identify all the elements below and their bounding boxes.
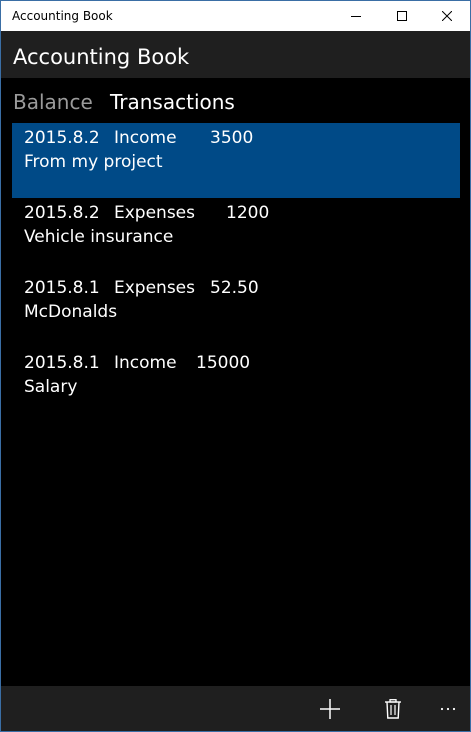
transaction-amount: 3500 — [210, 128, 254, 148]
tab-transactions[interactable]: Transactions — [110, 90, 235, 114]
transaction-amount: 15000 — [196, 353, 251, 373]
transaction-type: Income — [114, 128, 177, 148]
maximize-icon — [397, 11, 407, 21]
transaction-date: 2015.8.2 — [24, 203, 100, 223]
transaction-note: Vehicle insurance — [24, 227, 174, 247]
ellipsis-icon — [440, 707, 456, 710]
transaction-amount: 52.50 — [210, 278, 259, 298]
app-window: Accounting Book Accounting Book Balance … — [0, 0, 471, 732]
app-title: Accounting Book — [13, 45, 190, 69]
window-title-bar[interactable]: Accounting Book — [1, 1, 470, 31]
transaction-type: Income — [114, 353, 177, 373]
transaction-item[interactable]: 2015.8.2 Expenses 1200 Vehicle insurance — [12, 198, 460, 273]
transaction-type: Expenses — [114, 203, 195, 223]
delete-button[interactable] — [373, 686, 413, 731]
transaction-list: 2015.8.2 Income 3500 From my project 201… — [12, 123, 460, 683]
transaction-item[interactable]: 2015.8.2 Income 3500 From my project — [12, 123, 460, 198]
window-title: Accounting Book — [12, 9, 113, 23]
transaction-date: 2015.8.1 — [24, 353, 100, 373]
add-button[interactable] — [310, 686, 350, 731]
transaction-item[interactable]: 2015.8.1 Income 15000 Salary — [12, 348, 460, 423]
transaction-note: McDonalds — [24, 302, 118, 322]
more-button[interactable] — [428, 686, 468, 731]
transaction-type: Expenses — [114, 278, 195, 298]
plus-icon — [320, 698, 340, 719]
minimize-icon — [351, 16, 361, 17]
transaction-item[interactable]: 2015.8.1 Expenses 52.50 McDonalds — [12, 273, 460, 348]
transaction-note: From my project — [24, 152, 163, 172]
transaction-note: Salary — [24, 377, 78, 397]
transaction-date: 2015.8.1 — [24, 278, 100, 298]
close-button[interactable] — [424, 1, 470, 31]
minimize-button[interactable] — [333, 1, 379, 31]
close-icon — [442, 11, 452, 21]
maximize-button[interactable] — [379, 1, 425, 31]
transaction-date: 2015.8.2 — [24, 128, 100, 148]
trash-icon — [385, 698, 401, 719]
pivot-tabs: Balance Transactions — [1, 78, 470, 122]
bottom-app-bar — [1, 686, 470, 731]
transaction-amount: 1200 — [226, 203, 270, 223]
app-header: Accounting Book — [1, 31, 470, 78]
tab-balance[interactable]: Balance — [13, 90, 93, 114]
